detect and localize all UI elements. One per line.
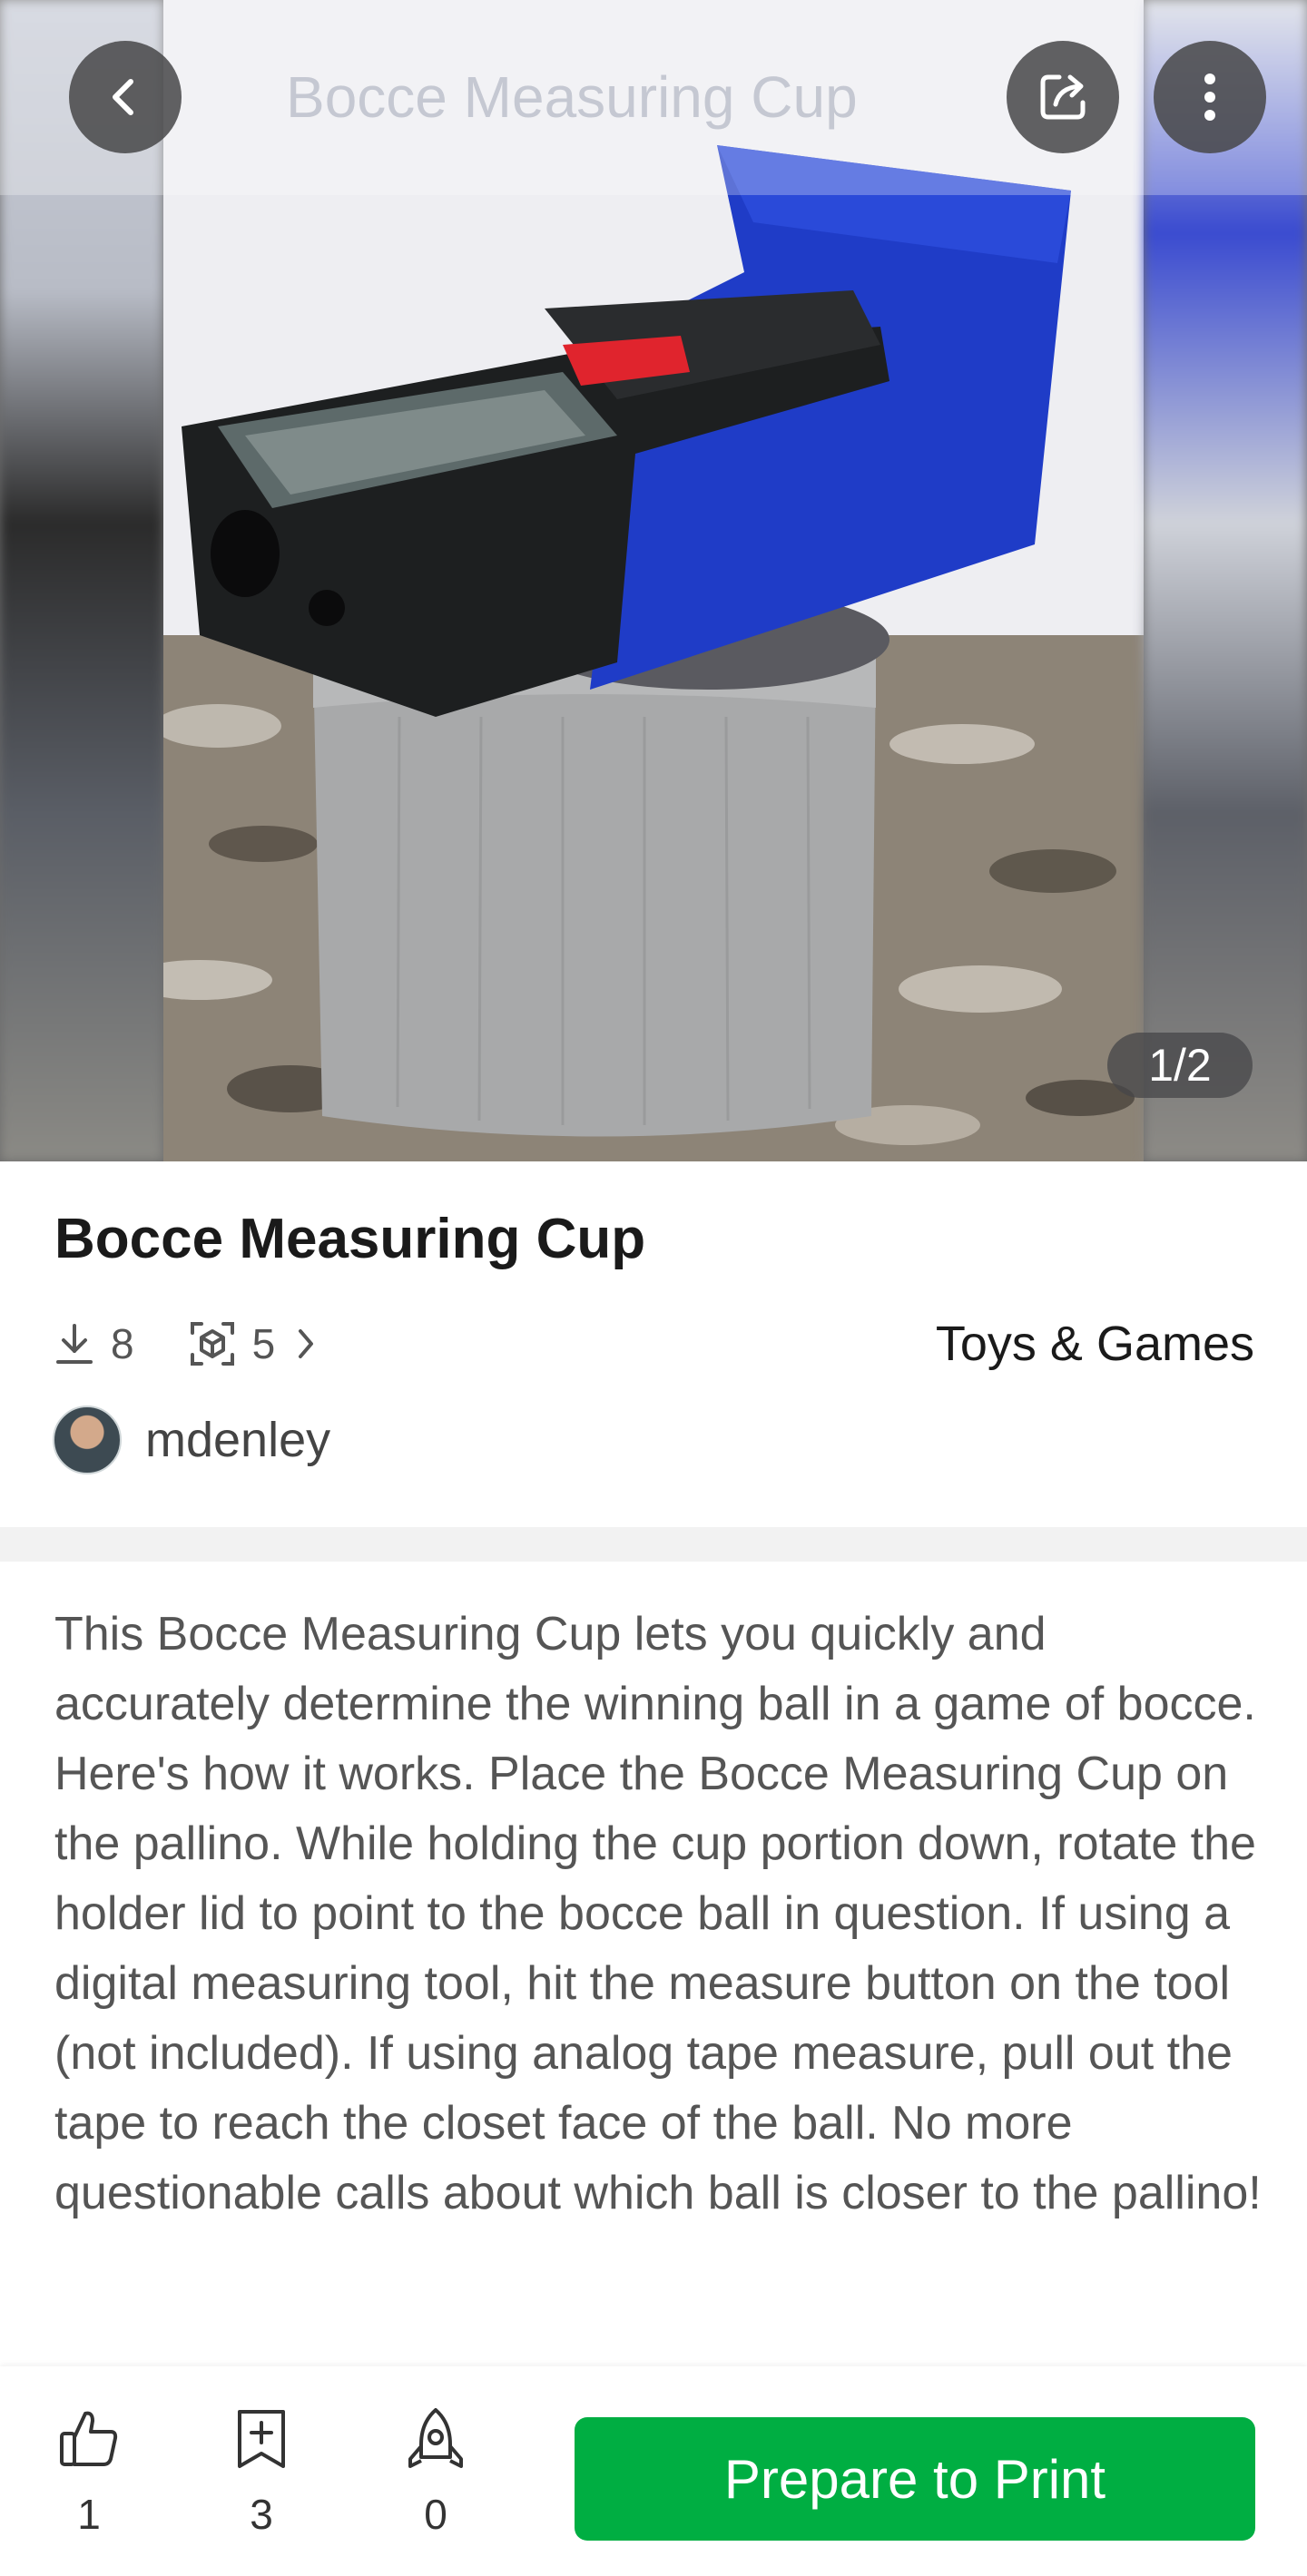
avatar[interactable]: [53, 1406, 122, 1474]
image-counter: 1/2: [1107, 1033, 1253, 1098]
model-description: This Bocce Measuring Cup lets you quickl…: [54, 1608, 1262, 2219]
chevron-right-icon: [299, 1329, 314, 1358]
like-count: 1: [77, 2491, 101, 2538]
boost-count: 0: [424, 2491, 447, 2538]
cube-print-icon: [190, 1322, 234, 1366]
back-button[interactable]: [69, 41, 182, 153]
prepare-to-print-button[interactable]: Prepare to Print: [575, 2417, 1255, 2541]
download-icon: [56, 1324, 93, 1364]
model-detail-page: Bocce Measuring Cup 1/2 Bocce Measuring …: [0, 0, 1307, 2576]
author-name[interactable]: mdenley: [145, 1412, 330, 1468]
chevron-left-icon: [113, 79, 133, 115]
author-link[interactable]: mdenley: [53, 1406, 330, 1474]
section-divider: [0, 1527, 1307, 1562]
model-category[interactable]: Toys & Games: [936, 1311, 1254, 1376]
share-icon: [1040, 74, 1086, 120]
model-image-carousel[interactable]: Bocce Measuring Cup 1/2: [0, 0, 1307, 1161]
share-button[interactable]: [1007, 41, 1119, 153]
bookmark-plus-icon: [238, 2410, 285, 2468]
more-options-button[interactable]: [1154, 41, 1266, 153]
header-title: Bocce Measuring Cup: [286, 64, 858, 130]
rocket-icon: [408, 2408, 463, 2468]
download-count-value: 8: [111, 1320, 134, 1367]
download-count: 8: [54, 1319, 134, 1368]
bottom-action-bar: 1 3 0 Prepare to Print: [0, 2366, 1307, 2576]
thumbs-up-icon: [60, 2411, 118, 2466]
model-stats: 8 5: [54, 1311, 333, 1376]
model-title: Bocce Measuring Cup: [54, 1208, 646, 1270]
more-vertical-icon: [1204, 73, 1215, 121]
print-count[interactable]: 5: [189, 1319, 334, 1368]
like-button[interactable]: 1: [44, 2406, 134, 2539]
collect-button[interactable]: 3: [216, 2406, 307, 2539]
boost-button[interactable]: 0: [390, 2406, 481, 2539]
collect-count: 3: [250, 2491, 273, 2538]
print-count-value: 5: [251, 1320, 276, 1367]
